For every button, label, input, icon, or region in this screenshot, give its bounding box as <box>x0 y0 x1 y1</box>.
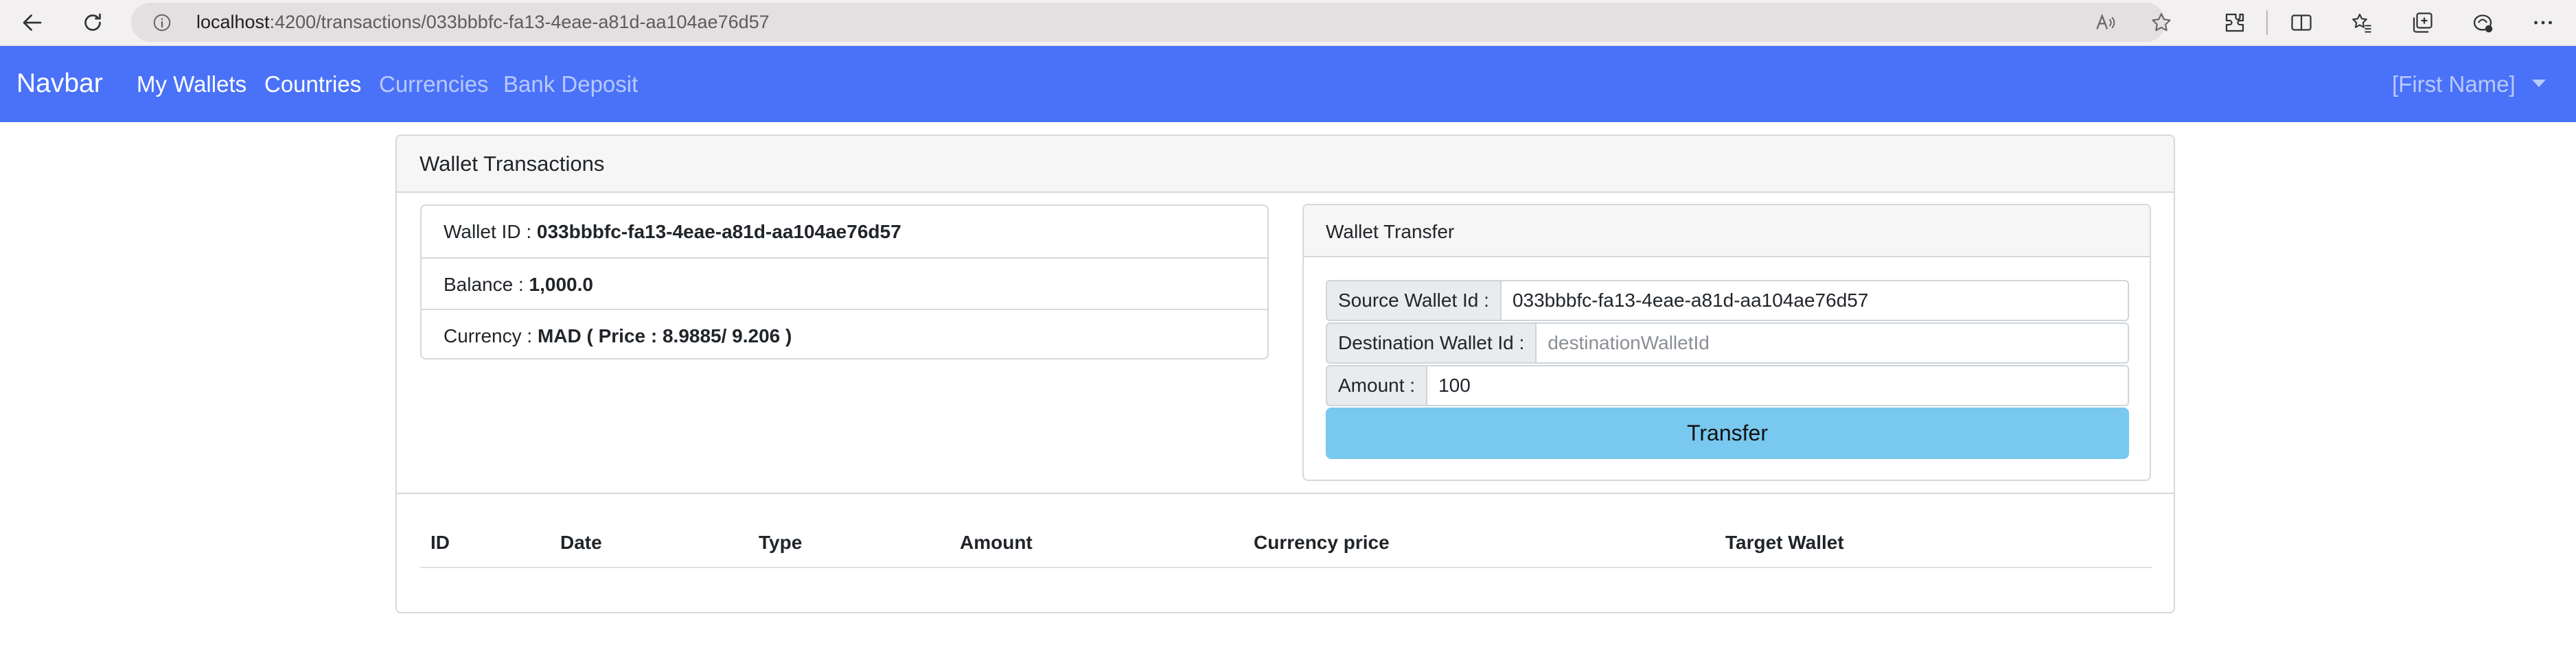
read-aloud-icon[interactable] <box>2093 11 2117 34</box>
wallet-id-item: Wallet ID : 033bbbfc-fa13-4eae-a81d-aa10… <box>422 206 1267 257</box>
url-host: localhost <box>196 12 270 32</box>
balance-label: Balance : <box>444 274 529 295</box>
wallet-id-value: 033bbbfc-fa13-4eae-a81d-aa104ae76d57 <box>536 221 901 242</box>
table-header-border <box>420 567 2152 568</box>
nav-link-my-wallets[interactable]: My Wallets <box>137 70 246 99</box>
refresh-icon[interactable] <box>76 5 110 40</box>
amount-group: Amount : <box>1326 365 2129 406</box>
currency-label: Currency : <box>444 325 538 346</box>
currency-value: MAD ( Price : 8.9885/ 9.206 ) <box>537 325 792 346</box>
wallet-transfer-panel: Wallet Transfer Source Wallet Id : Desti… <box>1302 204 2151 481</box>
back-arrow-icon[interactable] <box>15 5 49 40</box>
card-header: Wallet Transactions <box>397 136 2174 193</box>
url-text: localhost:4200/transactions/033bbbfc-fa1… <box>196 10 770 34</box>
column-header-amount: Amount <box>960 532 1033 553</box>
toolbar-separator <box>2266 10 2268 35</box>
user-menu-caret-icon[interactable] <box>2532 80 2546 87</box>
extensions-icon[interactable] <box>2218 5 2252 40</box>
source-wallet-label: Source Wallet Id : <box>1326 280 1500 321</box>
url-path: :4200/transactions/033bbbfc-fa13-4eae-a8… <box>269 12 770 32</box>
balance-value: 1,000.0 <box>529 274 593 295</box>
destination-wallet-label: Destination Wallet Id : <box>1326 322 1536 364</box>
navbar-brand[interactable]: Navbar <box>16 68 103 99</box>
collections-icon[interactable] <box>2405 5 2439 40</box>
nav-link-countries[interactable]: Countries <box>264 70 361 99</box>
destination-wallet-input[interactable] <box>1535 322 2129 364</box>
wallet-transfer-header: Wallet Transfer <box>1304 205 2150 257</box>
source-wallet-group: Source Wallet Id : <box>1326 280 2129 321</box>
wallet-info-list: Wallet ID : 033bbbfc-fa13-4eae-a81d-aa10… <box>420 204 1269 360</box>
column-header-currency-price: Currency price <box>1254 532 1390 553</box>
browser-toolbar: localhost:4200/transactions/033bbbfc-fa1… <box>0 0 2576 46</box>
favorites-icon[interactable] <box>2345 5 2379 40</box>
address-bar[interactable]: localhost:4200/transactions/033bbbfc-fa1… <box>131 3 2171 42</box>
wallet-transactions-card: Wallet Transactions Wallet ID : 033bbbfc… <box>395 134 2175 613</box>
nav-link-bank-deposit[interactable]: Bank Deposit <box>503 70 638 99</box>
favorite-star-icon[interactable] <box>2150 11 2173 34</box>
balance-item: Balance : 1,000.0 <box>422 257 1267 309</box>
column-header-id: ID <box>430 532 450 553</box>
card-title: Wallet Transactions <box>419 152 605 176</box>
settings-more-icon[interactable] <box>2526 5 2560 40</box>
source-wallet-input[interactable] <box>1499 280 2129 321</box>
wallet-id-label: Wallet ID : <box>444 221 537 242</box>
section-divider <box>397 493 2174 494</box>
split-screen-icon[interactable] <box>2284 5 2319 40</box>
column-header-type: Type <box>759 532 803 553</box>
browser-essentials-icon[interactable] <box>2465 5 2500 40</box>
amount-input[interactable] <box>1426 365 2129 406</box>
currency-item: Currency : MAD ( Price : 8.9885/ 9.206 ) <box>422 309 1267 360</box>
user-menu-toggle[interactable]: [First Name] <box>2392 70 2516 99</box>
site-info-icon[interactable] <box>152 12 172 33</box>
destination-wallet-group: Destination Wallet Id : <box>1326 322 2129 364</box>
nav-link-currencies[interactable]: Currencies <box>379 70 489 99</box>
wallet-transfer-title: Wallet Transfer <box>1326 221 1455 242</box>
column-header-target-wallet: Target Wallet <box>1725 532 1844 553</box>
column-header-date: Date <box>560 532 602 553</box>
navbar: Navbar My Wallets Countries Currencies B… <box>0 46 2576 122</box>
amount-label: Amount : <box>1326 365 1427 406</box>
transfer-button[interactable]: Transfer <box>1326 408 2129 459</box>
